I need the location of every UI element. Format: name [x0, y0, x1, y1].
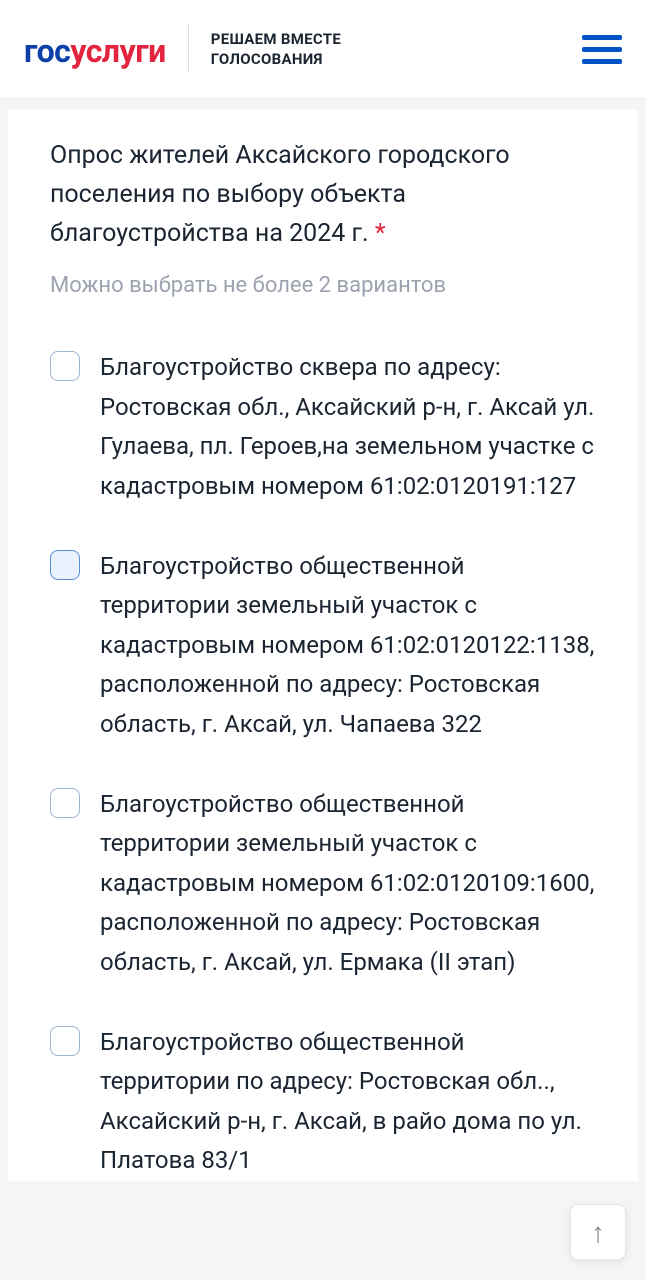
poll-option[interactable]: Благоустройство сквера по адресу: Ростов… — [50, 348, 596, 506]
scroll-to-top-button[interactable]: ↑ — [570, 1204, 626, 1260]
poll-option[interactable]: Благоустройство общественной территории … — [50, 1023, 596, 1181]
gosuslugi-logo[interactable]: госуслуги — [24, 29, 166, 70]
poll-question-title: Опрос жителей Аксайского городского посе… — [50, 137, 596, 253]
logo-part-gos: гос — [24, 32, 70, 70]
arrow-up-icon: ↑ — [591, 1216, 605, 1249]
poll-option[interactable]: Благоустройство общественной территории … — [50, 785, 596, 983]
hamburger-menu-icon[interactable] — [582, 35, 622, 64]
checkbox[interactable] — [50, 788, 80, 818]
required-asterisk: * — [375, 219, 386, 248]
poll-title-text: Опрос жителей Аксайского городского посе… — [50, 141, 510, 248]
header: госуслуги РЕШАЕМ ВМЕСТЕ ГОЛОСОВАНИЯ — [0, 0, 646, 99]
option-text: Благоустройство общественной территории … — [100, 1023, 596, 1181]
header-subtitle: РЕШАЕМ ВМЕСТЕ ГОЛОСОВАНИЯ — [211, 29, 341, 70]
poll-content: Опрос жителей Аксайского городского посе… — [8, 109, 638, 1181]
subtitle-line-2: ГОЛОСОВАНИЯ — [211, 49, 341, 69]
poll-hint: Можно выбрать не более 2 вариантов — [50, 273, 596, 298]
checkbox[interactable] — [50, 351, 80, 381]
option-text: Благоустройство сквера по адресу: Ростов… — [100, 348, 596, 506]
logo-part-uslugi: услуги — [70, 32, 165, 70]
checkbox[interactable] — [50, 1026, 80, 1056]
header-left: госуслуги РЕШАЕМ ВМЕСТЕ ГОЛОСОВАНИЯ — [24, 25, 341, 73]
subtitle-line-1: РЕШАЕМ ВМЕСТЕ — [211, 29, 341, 49]
poll-option[interactable]: Благоустройство общественной территории … — [50, 547, 596, 745]
checkbox[interactable] — [50, 550, 80, 580]
header-divider — [188, 25, 189, 73]
option-text: Благоустройство общественной территории … — [100, 785, 596, 983]
option-text: Благоустройство общественной территории … — [100, 547, 596, 745]
